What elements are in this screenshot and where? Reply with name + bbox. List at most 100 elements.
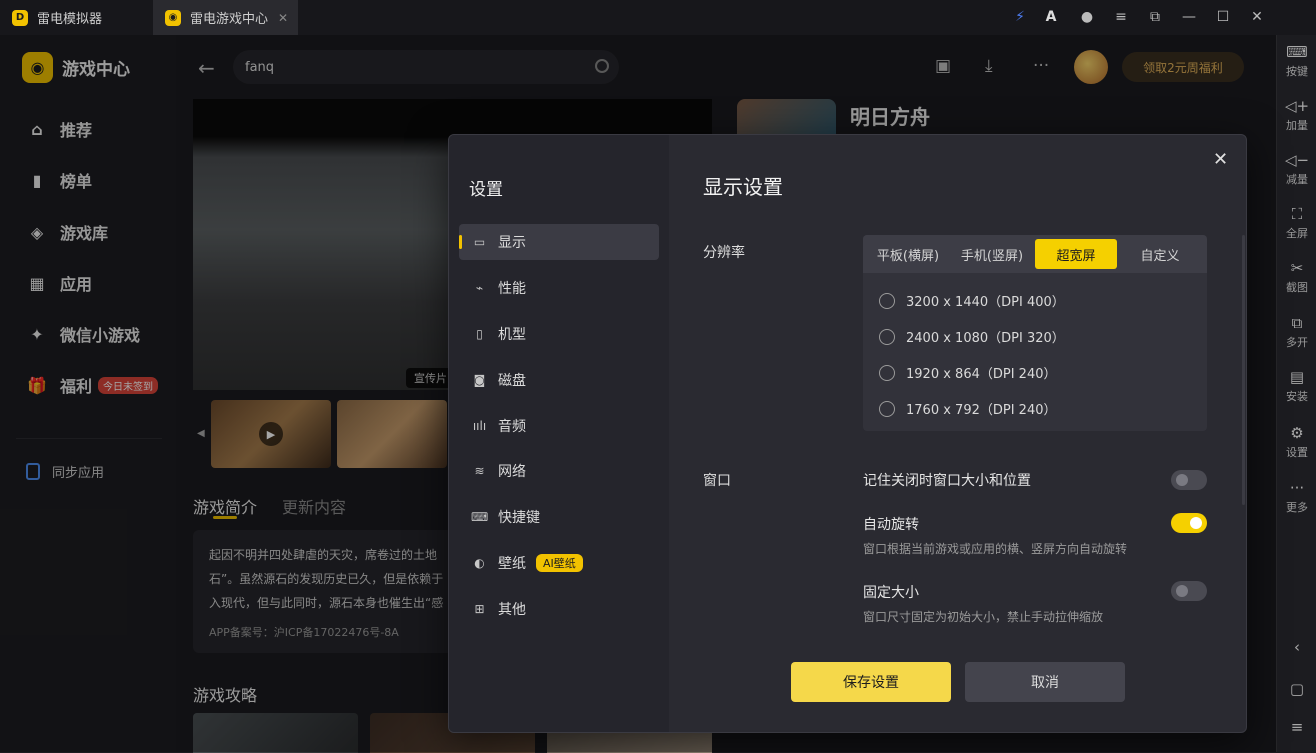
auto-rotate-toggle[interactable] — [1171, 513, 1207, 533]
settings-nav-audio[interactable]: ıılı 音频 — [459, 408, 659, 444]
ldplayer-logo-icon: D — [12, 9, 28, 26]
volume-down-icon: ◁− — [1284, 151, 1310, 169]
restore-window-icon[interactable]: ⧉ — [1144, 6, 1166, 28]
toolbar-label: 设置 — [1286, 446, 1308, 459]
toolbar-volume-down[interactable]: ◁− 减量 — [1277, 151, 1316, 187]
menu-icon[interactable]: ≡ — [1110, 6, 1132, 28]
settings-nav-model[interactable]: ▯ 机型 — [459, 316, 659, 352]
toolbar-volume-up[interactable]: ◁+ 加量 — [1277, 97, 1316, 133]
auto-rotate-desc: 窗口根据当前游戏或应用的横、竖屏方向自动旋转 — [863, 542, 1128, 556]
settings-nav-other[interactable]: ⊞ 其他 — [459, 591, 659, 627]
toolbar-label: 按键 — [1286, 65, 1308, 78]
tab-close-icon[interactable]: ✕ — [278, 11, 288, 25]
home-square-icon: ▢ — [1289, 680, 1305, 698]
radio-icon — [879, 364, 895, 381]
resolution-option[interactable]: 3200 x 1440（DPI 400） — [879, 291, 1065, 310]
toolbar-screenshot[interactable]: ✂ 截图 — [1277, 259, 1316, 295]
section-title: 显示设置 — [703, 175, 783, 199]
nav-label: 磁盘 — [498, 373, 526, 389]
radio-icon — [879, 292, 895, 309]
resolution-mode-selector: 平板(横屏) 手机(竖屏) 超宽屏 自定义 — [863, 235, 1207, 273]
boost-icon[interactable]: ⚡ — [1009, 6, 1031, 28]
android-home-button[interactable]: ▢ — [1277, 680, 1316, 700]
toolbar-label: 全屏 — [1286, 227, 1308, 240]
resolution-option-label: 3200 x 1440（DPI 400） — [906, 295, 1065, 310]
toolbar-multi-instance[interactable]: ⧉ 多开 — [1277, 314, 1316, 350]
tab-game-center[interactable]: ◉ 雷电游戏中心 ✕ — [153, 0, 298, 35]
window-label: 窗口 — [703, 473, 731, 489]
user-avatar-icon[interactable]: ● — [1076, 6, 1098, 28]
nav-label: 壁纸 — [498, 556, 526, 572]
toggle-knob — [1176, 474, 1188, 486]
resolution-option[interactable]: 1760 x 792（DPI 240） — [879, 399, 1056, 418]
back-icon: ‹ — [1294, 638, 1300, 656]
fixed-size-label: 固定大小 — [863, 585, 919, 601]
multi-instance-icon: ⧉ — [1291, 314, 1303, 332]
tab-emulator[interactable]: D 雷电模拟器 — [0, 0, 150, 35]
resolution-option-label: 1920 x 864（DPI 240） — [906, 367, 1057, 382]
radio-icon — [879, 400, 895, 417]
ai-icon[interactable]: A — [1040, 6, 1062, 28]
phone-icon: ▯ — [476, 327, 483, 341]
maximize-icon[interactable]: ☐ — [1212, 6, 1234, 28]
settings-scrollbar[interactable] — [1242, 235, 1245, 505]
settings-nav-disk[interactable]: ◙ 磁盘 — [459, 362, 659, 398]
remember-window-label: 记住关闭时窗口大小和位置 — [863, 473, 1031, 489]
toolbar-more[interactable]: ··· 更多 — [1277, 479, 1316, 515]
game-center-logo-icon: ◉ — [165, 9, 181, 26]
resolution-option[interactable]: 2400 x 1080（DPI 320） — [879, 327, 1065, 346]
minimize-icon[interactable]: — — [1178, 6, 1200, 28]
android-back-button[interactable]: ‹ — [1277, 638, 1316, 658]
dialog-close-icon[interactable]: ✕ — [1213, 149, 1228, 170]
nav-label: 其他 — [498, 602, 526, 618]
dialog-title: 设置 — [469, 180, 503, 200]
settings-nav-shortcuts[interactable]: ⌨ 快捷键 — [459, 499, 659, 535]
settings-icon: ⚙ — [1290, 424, 1304, 442]
resolution-option-label: 1760 x 792（DPI 240） — [906, 403, 1057, 418]
fixed-size-desc: 窗口尺寸固定为初始大小，禁止手动拉伸缩放 — [863, 610, 1104, 624]
button-label: 保存设置 — [843, 675, 899, 691]
save-settings-button[interactable]: 保存设置 — [791, 662, 951, 702]
palette-icon: ◐ — [474, 556, 485, 570]
toolbar-settings[interactable]: ⚙ 设置 — [1277, 424, 1316, 460]
settings-nav-wallpaper[interactable]: ◐ 壁纸 AI壁纸 — [459, 545, 659, 581]
settings-nav-display[interactable]: ▭ 显示 — [459, 224, 659, 260]
monitor-icon: ▭ — [473, 235, 486, 249]
scissors-icon: ✂ — [1290, 259, 1304, 277]
nav-label: 性能 — [498, 281, 526, 297]
more-icon: ··· — [1289, 479, 1305, 497]
ai-wallpaper-badge: AI壁纸 — [536, 554, 583, 572]
tab-label: 雷电模拟器 — [37, 12, 103, 27]
toolbar-keymap[interactable]: ⌨ 按键 — [1277, 43, 1316, 79]
title-bar: D 雷电模拟器 ◉ 雷电游戏中心 ✕ ⚡ A ● ≡ ⧉ — ☐ ✕ — [0, 0, 1316, 35]
toggle-knob — [1190, 517, 1202, 529]
toolbar-label: 多开 — [1286, 336, 1308, 349]
toolbar-label: 加量 — [1286, 119, 1308, 132]
resolution-option[interactable]: 1920 x 864（DPI 240） — [879, 363, 1056, 382]
resolution-label: 分辨率 — [703, 245, 745, 261]
radio-icon — [879, 328, 895, 345]
cancel-button[interactable]: 取消 — [965, 662, 1125, 702]
fullscreen-icon: ⛶ — [1291, 205, 1303, 223]
nav-label: 机型 — [498, 327, 526, 343]
segment-phone[interactable]: 手机(竖屏) — [949, 239, 1035, 269]
right-toolbar: ⌨ 按键 ◁+ 加量 ◁− 减量 ⛶ 全屏 ✂ 截图 ⧉ 多开 ▤ 安装 ⚙ 设置 ··· 更多 … — [1276, 35, 1316, 752]
android-recents-button[interactable]: ≡ — [1277, 718, 1316, 738]
settings-nav-network[interactable]: ≋ 网络 — [459, 453, 659, 489]
toolbar-fullscreen[interactable]: ⛶ 全屏 — [1277, 205, 1316, 241]
toolbar-label: 安装 — [1286, 390, 1308, 403]
segment-custom[interactable]: 自定义 — [1117, 239, 1203, 269]
toolbar-label: 截图 — [1286, 281, 1308, 294]
segment-ultrawide[interactable]: 超宽屏 — [1035, 239, 1117, 269]
wifi-icon: ≋ — [474, 464, 485, 478]
close-window-icon[interactable]: ✕ — [1246, 6, 1268, 28]
recents-icon: ≡ — [1290, 718, 1304, 736]
volume-up-icon: ◁+ — [1284, 97, 1310, 115]
fixed-size-toggle[interactable] — [1171, 581, 1207, 601]
nav-label: 显示 — [498, 235, 526, 251]
settings-nav-performance[interactable]: ⌁ 性能 — [459, 270, 659, 306]
toolbar-install[interactable]: ▤ 安装 — [1277, 368, 1316, 404]
button-label: 取消 — [1031, 675, 1059, 691]
remember-window-toggle[interactable] — [1171, 470, 1207, 490]
segment-tablet[interactable]: 平板(横屏) — [867, 239, 949, 269]
